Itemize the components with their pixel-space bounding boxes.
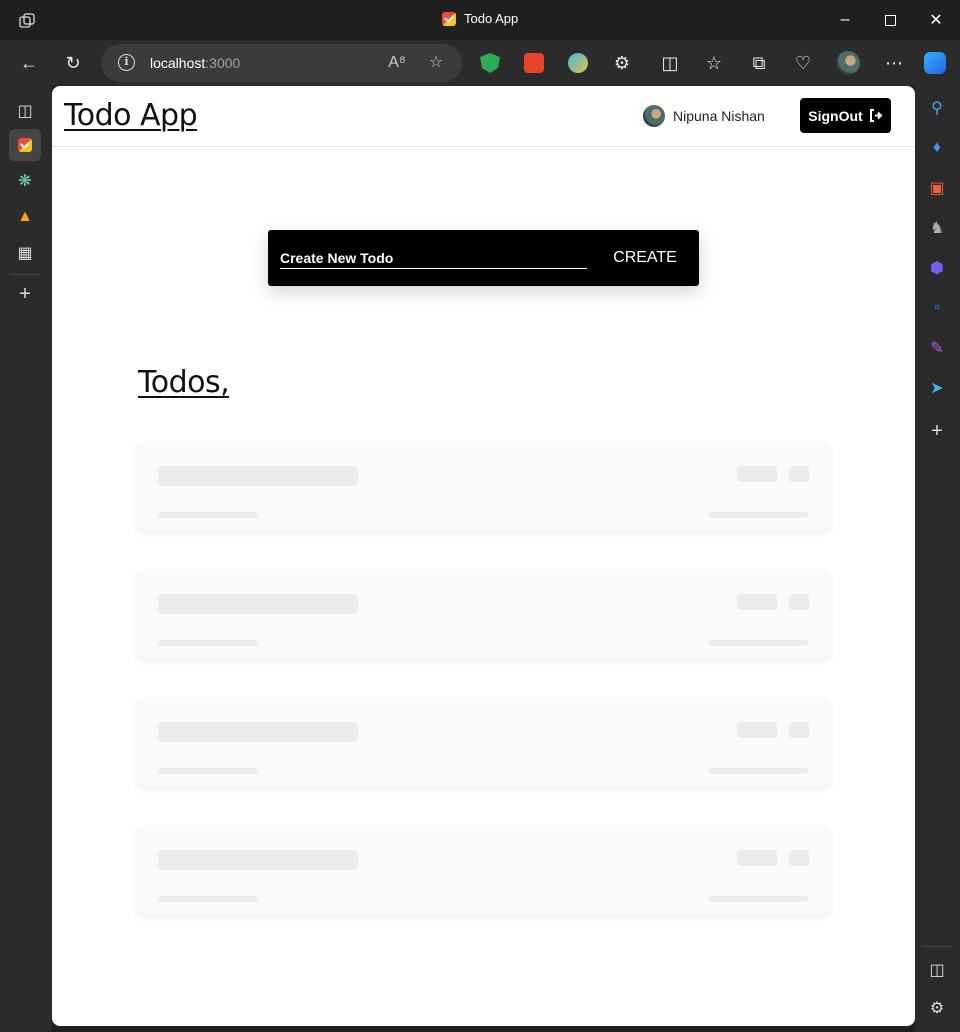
browser-essentials-icon[interactable]: ♡ xyxy=(788,48,818,78)
skeleton-title xyxy=(158,722,358,742)
add-sidebar-app-plus-icon[interactable]: + xyxy=(926,420,948,442)
sign-out-icon xyxy=(869,109,883,122)
sidebar-divider xyxy=(922,946,952,947)
todo-skeleton-card xyxy=(138,570,829,658)
edge-sidebar: ⚲ ♦ ▣ ♞ ⬢ ▫ ✎ ➤ + ◫ ⚙ xyxy=(915,86,960,1032)
window-title-bar: Todo App – ✕ xyxy=(0,0,960,40)
workspaces-icon[interactable] xyxy=(18,12,36,30)
signout-label: SignOut xyxy=(808,107,863,124)
maximize-icon[interactable] xyxy=(867,0,913,40)
create-todo-form: CREATE xyxy=(268,230,699,286)
split-screen-icon[interactable]: ◫ xyxy=(655,48,685,78)
skeleton-meta xyxy=(158,512,258,518)
record-extension-icon[interactable] xyxy=(524,53,544,73)
skeleton-action xyxy=(737,594,777,610)
extensions-puzzle-icon[interactable]: ⚙ xyxy=(607,48,637,78)
games-chess-icon[interactable]: ♞ xyxy=(926,217,948,239)
skeleton-meta xyxy=(709,768,809,774)
url-text[interactable]: localhost:3000 xyxy=(150,55,240,71)
new-tab-plus-icon[interactable]: + xyxy=(9,278,41,310)
collections-icon[interactable]: ⧉ xyxy=(744,48,774,78)
site-info-icon[interactable]: i xyxy=(118,54,135,71)
user-avatar xyxy=(643,105,665,127)
skeleton-meta xyxy=(158,896,258,902)
skeleton-title xyxy=(158,850,358,870)
create-button[interactable]: CREATE xyxy=(601,244,689,272)
profile-avatar-icon[interactable] xyxy=(833,48,863,78)
sidebar-tab-chatgpt-icon[interactable]: ❋ xyxy=(9,165,41,197)
outlook-icon[interactable]: ▫ xyxy=(926,297,948,319)
tools-briefcase-icon[interactable]: ▣ xyxy=(926,177,948,199)
user-info: Nipuna Nishan xyxy=(643,105,765,127)
skeleton-meta xyxy=(709,512,809,518)
more-menu-icon[interactable]: ⋯ xyxy=(879,48,909,78)
copilot-icon[interactable] xyxy=(920,48,950,78)
send-plane-icon[interactable]: ➤ xyxy=(926,377,948,399)
copilot-sidebar-icon[interactable]: ⬢ xyxy=(926,257,948,279)
todo-skeleton-card xyxy=(138,826,829,914)
back-arrow-icon[interactable]: ← xyxy=(14,48,44,78)
app-title[interactable]: Todo App xyxy=(64,98,198,133)
todo-favicon-icon xyxy=(442,11,456,26)
todo-skeleton-card xyxy=(138,442,829,530)
sidebar-tab-calendar-icon[interactable]: ▦ xyxy=(9,237,41,269)
shield-extension-icon[interactable] xyxy=(480,53,500,73)
skeleton-meta xyxy=(158,640,258,646)
refresh-icon[interactable]: ↻ xyxy=(58,48,88,78)
hide-sidebar-icon[interactable]: ◫ xyxy=(926,959,948,981)
tab-title: Todo App xyxy=(464,11,519,26)
skeleton-action xyxy=(789,850,809,866)
todo-skeleton-card xyxy=(138,698,829,786)
signout-button[interactable]: SignOut xyxy=(800,98,891,133)
vertical-tabs-sidebar: ◫ ❋ ▲ ▦ + xyxy=(0,86,52,1032)
skeleton-meta xyxy=(158,768,258,774)
color-extension-icon[interactable] xyxy=(568,53,588,73)
skeleton-meta xyxy=(709,896,809,902)
sidebar-tab-firebase-icon[interactable]: ▲ xyxy=(9,201,41,233)
browser-toolbar: ← ↻ i localhost:3000 A⁸ ☆ ⚙ ◫ ☆ ⧉ ♡ ⋯ xyxy=(0,40,960,86)
skeleton-action xyxy=(789,722,809,738)
skeleton-meta xyxy=(709,640,809,646)
sidebar-tab-todo-app[interactable] xyxy=(9,129,41,161)
shopping-tag-icon[interactable]: ♦ xyxy=(926,137,948,159)
minimize-icon[interactable]: – xyxy=(822,0,868,40)
app-header: Todo App Nipuna Nishan SignOut xyxy=(52,86,915,147)
skeleton-action xyxy=(789,466,809,482)
skeleton-action xyxy=(737,466,777,482)
skeleton-title xyxy=(158,466,358,486)
create-todo-input[interactable] xyxy=(280,248,587,269)
close-icon[interactable]: ✕ xyxy=(913,0,959,40)
skeleton-action xyxy=(737,722,777,738)
designer-icon[interactable]: ✎ xyxy=(926,337,948,359)
address-bar[interactable]: i localhost:3000 A⁸ ☆ xyxy=(101,44,462,82)
skeleton-title xyxy=(158,594,358,614)
todos-heading: Todos, xyxy=(138,365,230,400)
settings-gear-icon[interactable]: ⚙ xyxy=(926,997,948,1019)
browser-tab[interactable]: Todo App xyxy=(442,11,518,26)
skeleton-action xyxy=(737,850,777,866)
favorite-star-icon[interactable]: ☆ xyxy=(425,52,447,74)
skeleton-action xyxy=(789,594,809,610)
read-aloud-icon[interactable]: A⁸ xyxy=(386,52,408,74)
search-icon[interactable]: ⚲ xyxy=(926,97,948,119)
tab-actions-icon[interactable]: ◫ xyxy=(9,95,41,127)
favorites-icon[interactable]: ☆ xyxy=(699,48,729,78)
user-name: Nipuna Nishan xyxy=(673,108,765,124)
sidebar-divider xyxy=(10,274,40,275)
page-viewport: Todo App Nipuna Nishan SignOut CREATE To… xyxy=(52,86,915,1026)
